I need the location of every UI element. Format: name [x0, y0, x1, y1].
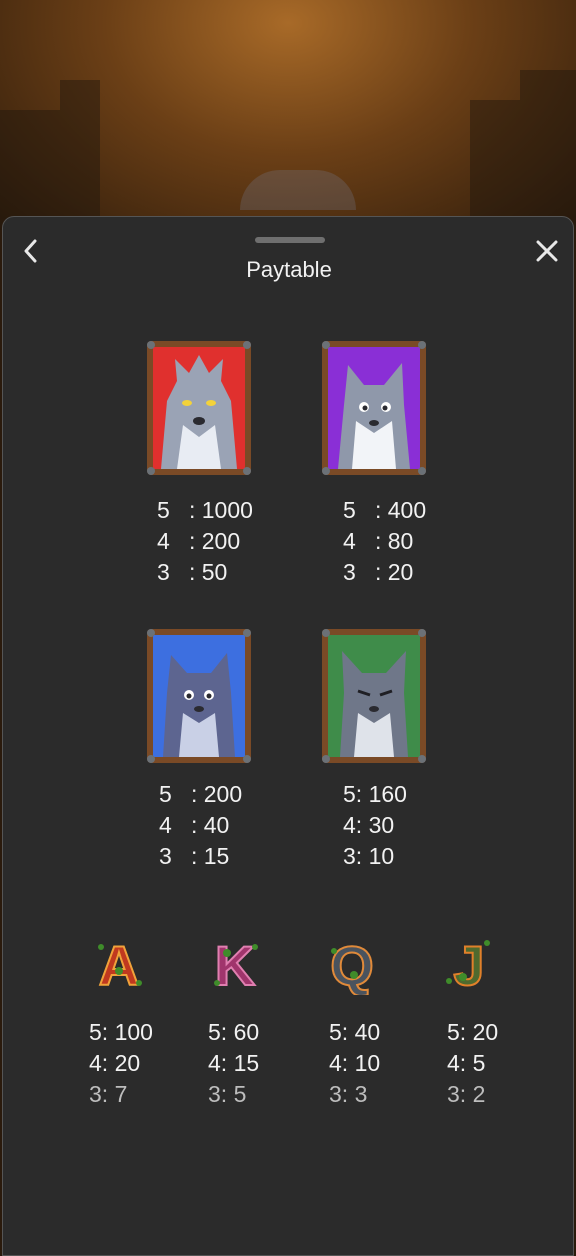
- letter-k-pays: 5: 60 4: 15 3: 5: [208, 1019, 260, 1107]
- letter-q-pays: 5: 40 4: 10 3: 3: [329, 1019, 381, 1107]
- letter-a-icon: A: [89, 931, 149, 998]
- letter-a-pays: 5: 100 4: 20 3: 7: [89, 1019, 153, 1107]
- letter-k-icon: K: [205, 931, 265, 998]
- letter-q-icon: Q: [322, 931, 382, 998]
- gray-wolf-green-icon: [322, 629, 426, 763]
- letter-j-pays: 5: 20 4: 5 3: 2: [447, 1019, 499, 1107]
- svg-text:A: A: [99, 934, 139, 995]
- drag-handle[interactable]: [255, 237, 325, 243]
- paytable-panel: Paytable 5 : 1000 4 : 200 3 : 50 5: 400…: [2, 216, 574, 1256]
- symbol-3-pays: 5 : 200 4 : 40 3 : 15: [159, 781, 243, 869]
- page-title: Paytable: [246, 257, 332, 282]
- blue-wolf-icon: [147, 629, 251, 763]
- letter-j-icon: J: [439, 931, 499, 998]
- white-wolf-purple-icon: [322, 341, 426, 475]
- svg-text:Q: Q: [330, 934, 374, 995]
- gray-wolf-red-icon: [147, 341, 251, 475]
- svg-text:K: K: [215, 934, 255, 995]
- symbol-4-pays: 5: 160 4: 30 3: 10: [343, 781, 407, 869]
- symbol-2-pays: 5 : 400 4 : 80 3 : 20: [343, 497, 427, 585]
- symbol-1-pays: 5 : 1000 4 : 200 3 : 50: [157, 497, 253, 585]
- game-background: [0, 0, 576, 230]
- svg-text:J: J: [453, 934, 484, 995]
